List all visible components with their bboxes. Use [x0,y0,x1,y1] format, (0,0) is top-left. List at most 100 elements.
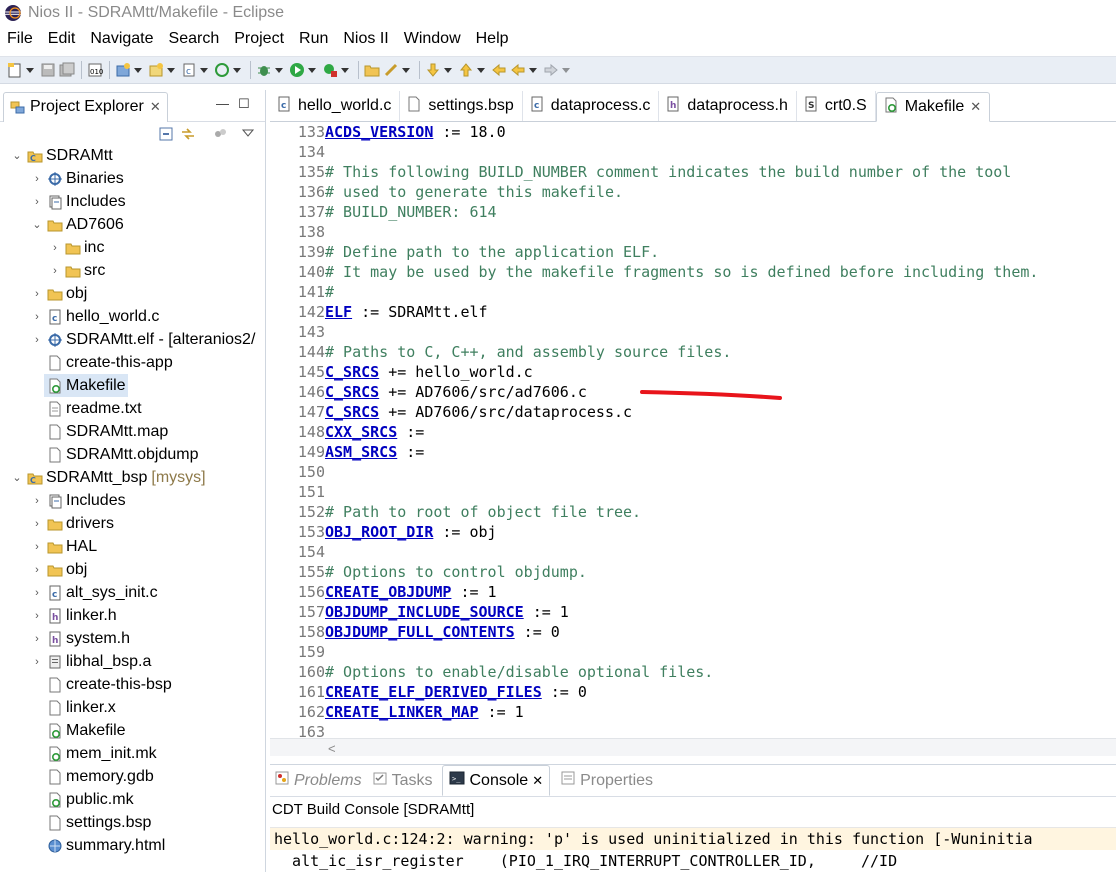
save-all-icon[interactable] [58,61,76,79]
tree-item[interactable]: create-this-app [30,351,173,374]
menu-file[interactable]: File [7,30,33,48]
debug-icon[interactable] [255,61,273,79]
open-type-dropdown-button[interactable] [166,61,176,79]
tree-item[interactable]: › HAL [30,535,97,558]
new-source-dropdown-button[interactable] [199,61,209,79]
link-with-editor-icon[interactable] [180,126,196,146]
maximize-icon[interactable]: ☐ [238,96,250,112]
chevron-right-icon[interactable]: › [30,195,44,209]
chevron-right-icon[interactable]: › [30,333,44,347]
external-tools-dropdown-button[interactable] [340,61,350,79]
tree-item[interactable]: › Binaries [30,167,124,190]
back-dropdown-button[interactable] [528,61,538,79]
tree-item[interactable]: › src [48,259,105,282]
tab-makefile[interactable]: Makefile ✕ [875,92,991,122]
menu-search[interactable]: Search [169,30,220,48]
chevron-down-icon[interactable]: ⌄ [10,471,24,485]
forward-dropdown-button[interactable] [561,61,571,79]
tree-item[interactable]: memory.gdb [30,765,154,788]
close-icon[interactable]: ✕ [970,99,981,115]
collapse-all-icon[interactable] [158,126,174,146]
tab-crt0-s[interactable]: Scrt0.S [797,91,876,121]
back-icon[interactable] [509,61,527,79]
tree-item[interactable]: ⌄ AD7606 [30,213,123,236]
filter-icon[interactable] [212,126,228,146]
new-icon[interactable] [6,61,24,79]
close-icon[interactable]: ✕ [532,773,543,789]
tree-item[interactable]: readme.txt [30,397,142,420]
open-type-icon[interactable] [147,61,165,79]
tree-item[interactable]: › libhal_bsp.a [30,650,151,673]
chevron-right-icon[interactable]: › [30,586,44,600]
menu-edit[interactable]: Edit [48,30,76,48]
tree-item[interactable]: SDRAMtt.objdump [30,443,199,466]
tab-tasks[interactable]: Tasks [372,770,432,791]
tree-item[interactable]: summary.html [30,834,165,857]
chevron-right-icon[interactable]: › [30,172,44,186]
tab-project-explorer[interactable]: Project Explorer ✕ [3,91,168,122]
tree-item[interactable]: create-this-bsp [30,673,172,696]
chevron-down-icon[interactable]: ⌄ [30,218,44,232]
menu-run[interactable]: Run [299,30,328,48]
tab-dataprocess-h[interactable]: h dataprocess.h [659,91,797,121]
open-folder-icon[interactable] [363,61,381,79]
tab-problems[interactable]: Problems [274,770,362,791]
pen-icon[interactable] [382,61,400,79]
tree-item[interactable]: › c hello_world.c [30,305,159,328]
tab-settings-bsp[interactable]: settings.bsp [400,91,523,121]
tab-console[interactable]: >_ Console ✕ [442,765,551,796]
tree-item[interactable]: ⌄ C SDRAMtt_bsp [mysys] [10,466,205,489]
chevron-right-icon[interactable]: › [30,287,44,301]
external-tools-icon[interactable] [321,61,339,79]
last-edit-icon[interactable] [490,61,508,79]
build-dropdown-button[interactable] [232,61,242,79]
next-annotation-dropdown-button[interactable] [443,61,453,79]
run-icon[interactable] [288,61,306,79]
tab-properties[interactable]: Properties [560,770,653,791]
chevron-down-icon[interactable]: ⌄ [10,149,24,163]
build-icon[interactable] [213,61,231,79]
tree-item[interactable]: › inc [48,236,104,259]
binary-icon[interactable]: 010 [86,61,104,79]
horizontal-scrollbar[interactable]: < [270,738,1116,756]
chevron-right-icon[interactable]: › [30,655,44,669]
tree-item[interactable]: › obj [30,558,87,581]
tree-item[interactable]: › h system.h [30,627,130,650]
chevron-right-icon[interactable]: › [48,241,62,255]
tree-item[interactable]: ⌄ C SDRAMtt [10,144,112,167]
debug-dropdown-button[interactable] [274,61,284,79]
chevron-right-icon[interactable]: › [48,264,62,278]
tree-item[interactable]: SDRAMtt.map [30,420,168,443]
tree-item[interactable]: Makefile [44,374,128,397]
tree-item[interactable]: mem_init.mk [30,742,157,765]
scroll-left-icon[interactable]: < [328,741,336,756]
tree-item[interactable]: › obj [30,282,87,305]
chevron-right-icon[interactable]: › [30,540,44,554]
chevron-right-icon[interactable]: › [30,563,44,577]
run-dropdown-button[interactable] [307,61,317,79]
tree-item[interactable]: › drivers [30,512,114,535]
menu-navigate[interactable]: Navigate [90,30,153,48]
menu-project[interactable]: Project [234,30,284,48]
chevron-right-icon[interactable]: › [30,517,44,531]
close-icon[interactable]: ✕ [150,99,161,115]
prev-annotation-dropdown-button[interactable] [476,61,486,79]
minimize-icon[interactable]: — [216,96,229,111]
chevron-right-icon[interactable]: › [30,632,44,646]
code-editor[interactable]: 133ACDS_VERSION := 18.0 134 135# This foll… [270,122,1116,742]
tab-dataprocess-c[interactable]: c dataprocess.c [523,91,660,121]
tree-item[interactable]: Makefile [30,719,126,742]
tree-item[interactable]: › h linker.h [30,604,117,627]
forward-icon[interactable] [542,61,560,79]
menu-window[interactable]: Window [404,30,461,48]
tree-item[interactable]: linker.x [30,696,116,719]
tree-item[interactable]: › SDRAMtt.elf - [alteranios2/ [30,328,255,351]
tree-item[interactable]: settings.bsp [30,811,151,834]
chevron-right-icon[interactable]: › [30,609,44,623]
console-output[interactable]: hello_world.c:124:2: warning: 'p' is use… [270,827,1116,872]
tree-item[interactable]: public.mk [30,788,134,811]
tree-item[interactable]: › Includes [30,489,125,512]
menu-nios-ii[interactable]: Nios II [343,30,388,48]
new-source-icon[interactable]: c [180,61,198,79]
chevron-right-icon[interactable]: › [30,310,44,324]
